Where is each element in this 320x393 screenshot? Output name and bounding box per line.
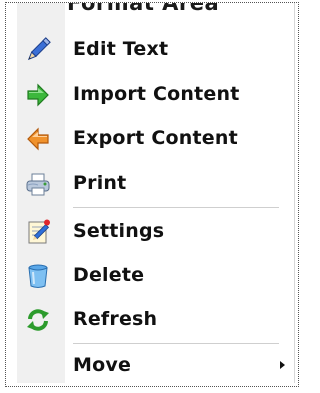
menu-item-label: Settings bbox=[73, 220, 165, 242]
menu-item-export-content[interactable]: Export Content bbox=[17, 118, 293, 158]
context-menu: Format Area Edit Text Import Content Exp… bbox=[17, 3, 295, 383]
menu-item-print[interactable]: Print bbox=[17, 163, 293, 203]
menu-item-import-content[interactable]: Import Content bbox=[17, 74, 293, 114]
menu-item-move[interactable]: Move bbox=[17, 345, 293, 383]
menu-item-label: Print bbox=[73, 172, 127, 194]
menu-separator bbox=[73, 207, 279, 208]
menu-item-edit-text[interactable]: Edit Text bbox=[17, 29, 293, 69]
pencil-icon bbox=[27, 37, 51, 61]
green-arrow-right-icon bbox=[27, 83, 49, 107]
menu-item-label: Edit Text bbox=[73, 38, 169, 60]
menu-item-label: Delete bbox=[73, 264, 145, 286]
menu-item-settings[interactable]: Settings bbox=[17, 211, 293, 251]
context-menu-frame: Format Area Edit Text Import Content Exp… bbox=[5, 2, 299, 387]
printer-icon bbox=[26, 173, 50, 196]
settings-notepad-icon bbox=[28, 219, 50, 244]
menu-item-refresh[interactable]: Refresh bbox=[17, 299, 293, 339]
menu-item-delete[interactable]: Delete bbox=[17, 255, 293, 295]
orange-arrow-left-icon bbox=[27, 127, 49, 151]
menu-item-label: Export Content bbox=[73, 127, 238, 149]
menu-item-label: Move bbox=[73, 354, 132, 376]
refresh-icon bbox=[27, 309, 49, 331]
cutoff-menu-item-label: Format Area bbox=[67, 3, 220, 15]
trash-can-icon bbox=[28, 264, 48, 288]
submenu-arrow-icon bbox=[280, 361, 285, 369]
menu-item-label: Import Content bbox=[73, 83, 240, 105]
menu-separator bbox=[73, 343, 279, 344]
menu-item-label: Refresh bbox=[73, 308, 158, 330]
